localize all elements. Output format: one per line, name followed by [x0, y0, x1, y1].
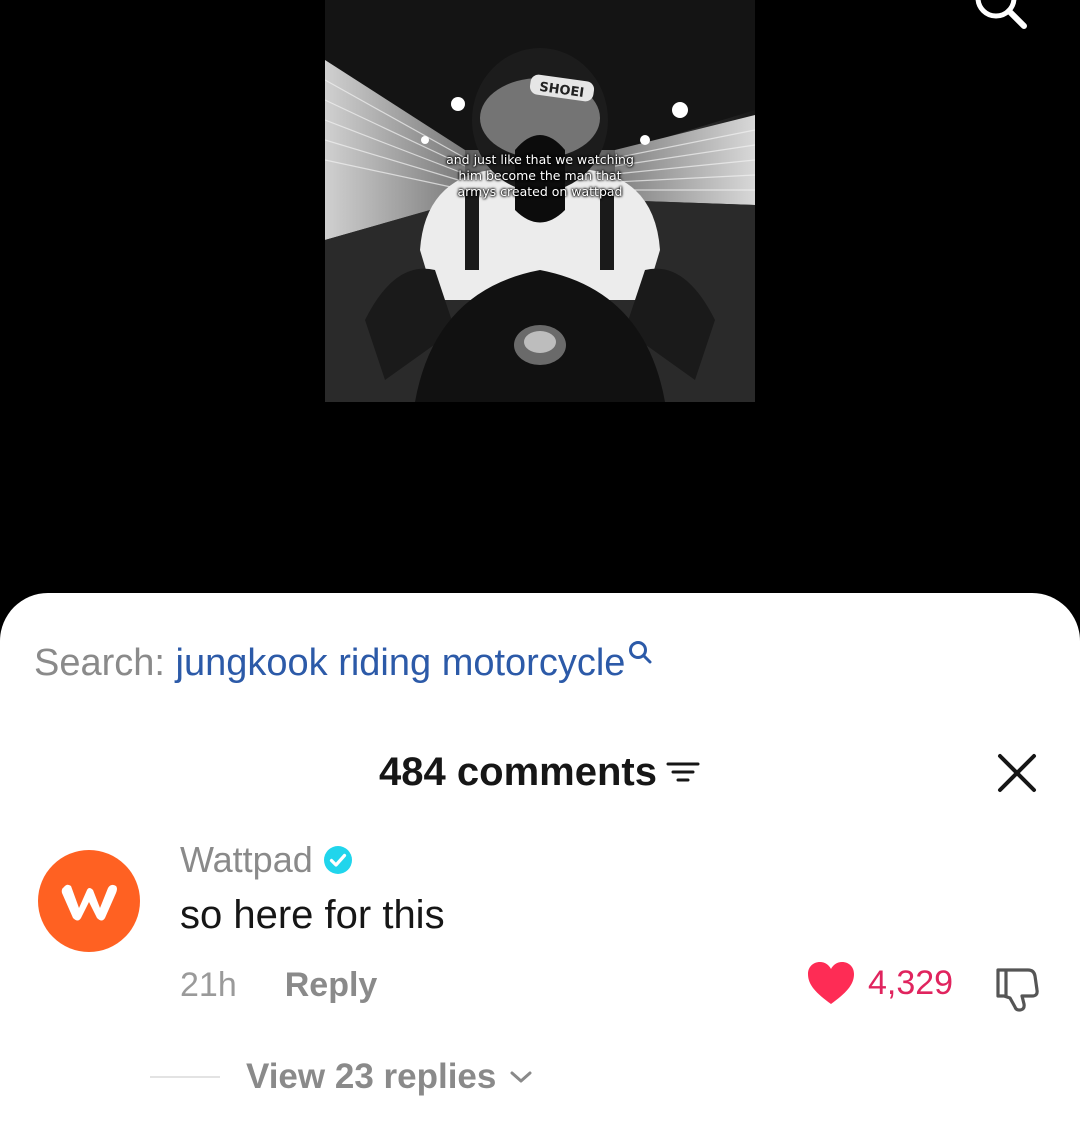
- close-icon[interactable]: [996, 752, 1038, 794]
- search-icon[interactable]: [972, 0, 1032, 38]
- video-frame-image: SHOEI: [325, 0, 755, 402]
- view-replies-label: View 23 replies: [246, 1057, 497, 1096]
- comments-count-title: 484 comments: [379, 750, 657, 794]
- replies-divider: [150, 1076, 220, 1078]
- chevron-down-icon: [510, 1071, 532, 1083]
- wattpad-logo-icon: [61, 884, 117, 921]
- heart-icon[interactable]: [806, 960, 856, 1006]
- search-suggestion[interactable]: Search: jungkook riding motorcycle: [34, 640, 655, 686]
- avatar[interactable]: [38, 850, 140, 952]
- comment-text: so here for this: [180, 893, 445, 937]
- comment-timestamp: 21h: [180, 966, 237, 1004]
- username[interactable]: Wattpad: [180, 838, 313, 882]
- thumbs-down-icon[interactable]: [990, 962, 1044, 1016]
- comment-meta: 21h Reply: [180, 962, 377, 1008]
- filter-icon[interactable]: [665, 757, 701, 787]
- like-button[interactable]: 4,329: [806, 960, 953, 1006]
- video-player[interactable]: SHOEI and just like that we watching him…: [0, 0, 1080, 620]
- verified-badge-icon: [323, 846, 352, 874]
- video-thumbnail[interactable]: SHOEI and just like that we watching him…: [325, 0, 755, 402]
- view-replies-button[interactable]: View 23 replies: [150, 1054, 534, 1100]
- like-count: 4,329: [868, 964, 954, 1002]
- comments-header: 484 comments: [0, 748, 1080, 796]
- search-icon[interactable]: [627, 640, 655, 668]
- search-prefix-label: Search:: [34, 642, 176, 684]
- search-query-link[interactable]: jungkook riding motorcycle: [176, 642, 626, 684]
- comment-author[interactable]: Wattpad: [180, 838, 353, 882]
- video-caption: and just like that we watching him becom…: [446, 152, 634, 199]
- reply-button[interactable]: Reply: [285, 962, 378, 1008]
